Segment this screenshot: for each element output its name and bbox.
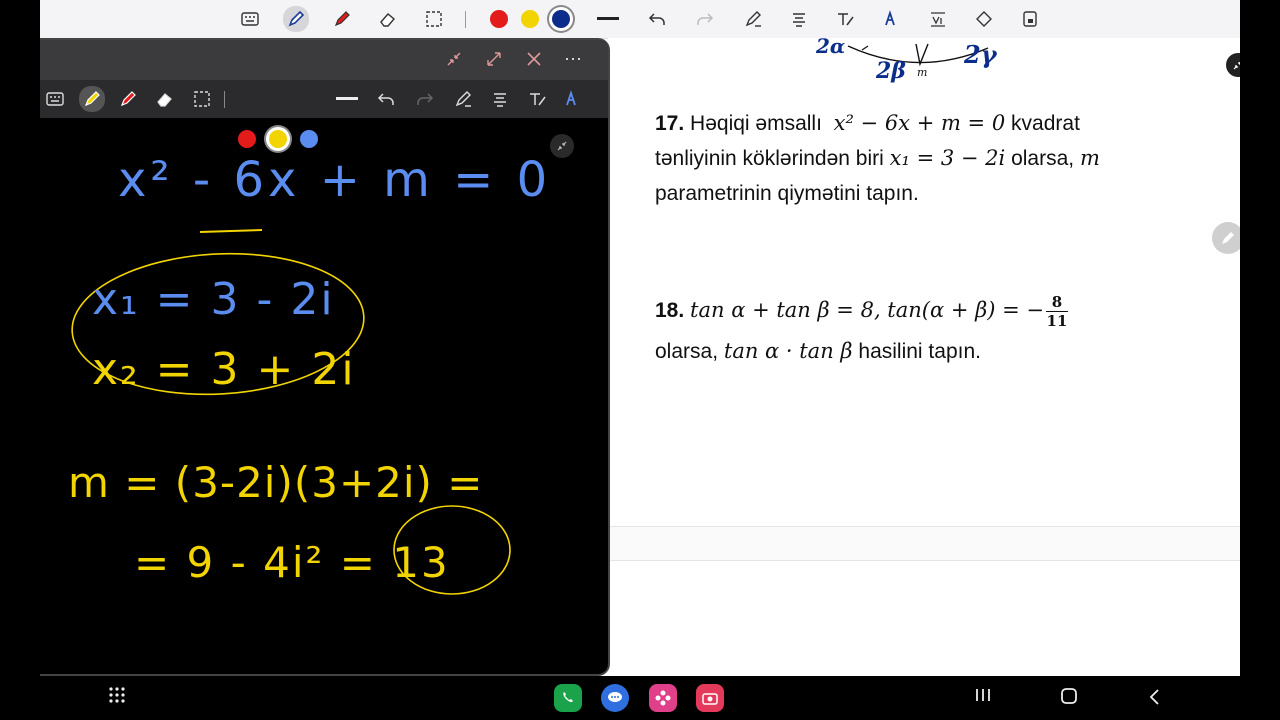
selection-tool-icon[interactable] [190,87,214,111]
q18-frac-num: 8 [1051,292,1063,311]
text-convert-icon[interactable] [926,7,950,31]
minimize-window-icon[interactable] [442,47,466,71]
redo-icon[interactable] [693,7,717,31]
color-yellow-swatch[interactable] [521,10,539,28]
pen-settings-icon[interactable] [451,87,475,111]
system-navigation-bar [0,676,1280,720]
handwriting-icon[interactable] [880,7,904,31]
phone-app-icon[interactable] [554,684,582,712]
handwriting-icon[interactable] [561,87,585,111]
pen-tool-icon[interactable] [283,6,309,32]
ink-root-2: x₂ = 3 + 2i [92,344,356,395]
main-toolbar [40,0,1240,39]
floating-window-header[interactable]: ⋯ [40,40,608,80]
messages-app-icon[interactable] [601,684,629,712]
app-drawer-icon[interactable] [108,686,126,709]
q18-text-b: hasilini tapın. [858,340,981,363]
floating-note-window[interactable]: ⋯ x² - 6x + m = 0 x₁ = 3 - 2i x₂ = 3 + 2… [40,40,608,674]
ink-root-1: x₁ = 3 - 2i [92,274,335,325]
handwriting-canvas[interactable]: x² - 6x + m = 0 x₁ = 3 - 2i x₂ = 3 + 2i … [40,118,608,674]
shapes-icon[interactable] [972,7,996,31]
color-red-swatch[interactable] [490,10,508,28]
pen-tool-icon[interactable] [79,86,105,112]
highlighter-tool-icon[interactable] [330,7,354,31]
ink-result: = 9 - 4i² = 13 [134,538,450,587]
recent-apps-icon[interactable] [974,686,992,709]
q17-text-d: olarsa, [1011,147,1075,170]
q18-fraction: 8 11 [1045,292,1068,331]
sketch-label-m: m [917,66,928,79]
q17-root: x₁ = 3 − 2i [889,146,1006,170]
page-divider [608,526,1240,561]
q17-text-c: tənliyinin köklərindən biri [655,147,884,170]
highlighter-tool-icon[interactable] [116,87,140,111]
bixby-app-icon[interactable] [649,684,677,712]
stroke-width-icon[interactable] [335,87,359,111]
q18-number: 18. [655,299,685,322]
undo-icon[interactable] [645,7,669,31]
ink-equation: x² - 6x + m = 0 [118,152,552,208]
color-blue-swatch[interactable] [552,10,570,28]
q18-product: tan α · tan β [723,339,853,363]
keyboard-icon[interactable] [238,7,262,31]
question-17: 17. Həqiqi əmsallı x² − 6x + m = 0 kvadr… [655,106,1100,211]
redo-icon[interactable] [413,87,437,111]
stroke-width-icon[interactable] [596,7,620,31]
q18-text-a: olarsa, [655,340,719,363]
edit-floating-button[interactable] [1212,222,1240,254]
q17-number: 17. [655,112,685,135]
selection-tool-icon[interactable] [422,7,446,31]
q17-text-e: parametrinin qiymətini tapın. [655,182,919,205]
close-window-icon[interactable] [522,47,546,71]
q17-text-a: Həqiqi əmsallı [690,112,822,135]
keyboard-icon[interactable] [43,87,67,111]
eraser-tool-icon[interactable] [376,7,400,31]
q17-equation: x² − 6x + m = 0 [833,111,1006,135]
text-tool-icon[interactable] [525,87,549,111]
more-options-icon[interactable]: ⋯ [561,47,585,71]
undo-icon[interactable] [374,87,398,111]
note-app-window: 2α 2β m 2γ 17. Həqiqi əmsallı x² − 6x + … [40,0,1240,676]
sketch-label-2alpha: 2α [816,34,846,58]
floating-toolbar [40,80,608,148]
document-page[interactable]: 2α 2β m 2γ 17. Həqiqi əmsallı x² − 6x + … [608,34,1240,676]
collapse-pane-button[interactable] [1226,53,1240,77]
sketch-label-2gamma: 2γ [964,40,997,69]
text-align-icon[interactable] [488,87,512,111]
q17-param: m [1079,146,1100,170]
ink-product: m = (3-2i)(3+2i) = [68,458,484,507]
q18-equation: tan α + tan β = 8, tan(α + β) = − [690,298,1044,322]
camera-app-icon[interactable] [696,684,724,712]
back-icon[interactable] [1148,688,1162,711]
home-icon[interactable] [1060,688,1078,711]
q18-frac-den: 11 [1046,312,1068,331]
text-align-icon[interactable] [787,7,811,31]
q17-text-b: kvadrat [1011,112,1080,135]
text-tool-icon[interactable] [833,7,857,31]
pen-settings-icon[interactable] [741,7,765,31]
expand-window-icon[interactable] [482,47,506,71]
question-18: 18. tan α + tan β = 8, tan(α + β) = −8 11… [655,290,1068,372]
eraser-tool-icon[interactable] [153,87,177,111]
lock-page-icon[interactable] [1018,7,1042,31]
sketch-label-2beta: 2β [876,58,906,84]
